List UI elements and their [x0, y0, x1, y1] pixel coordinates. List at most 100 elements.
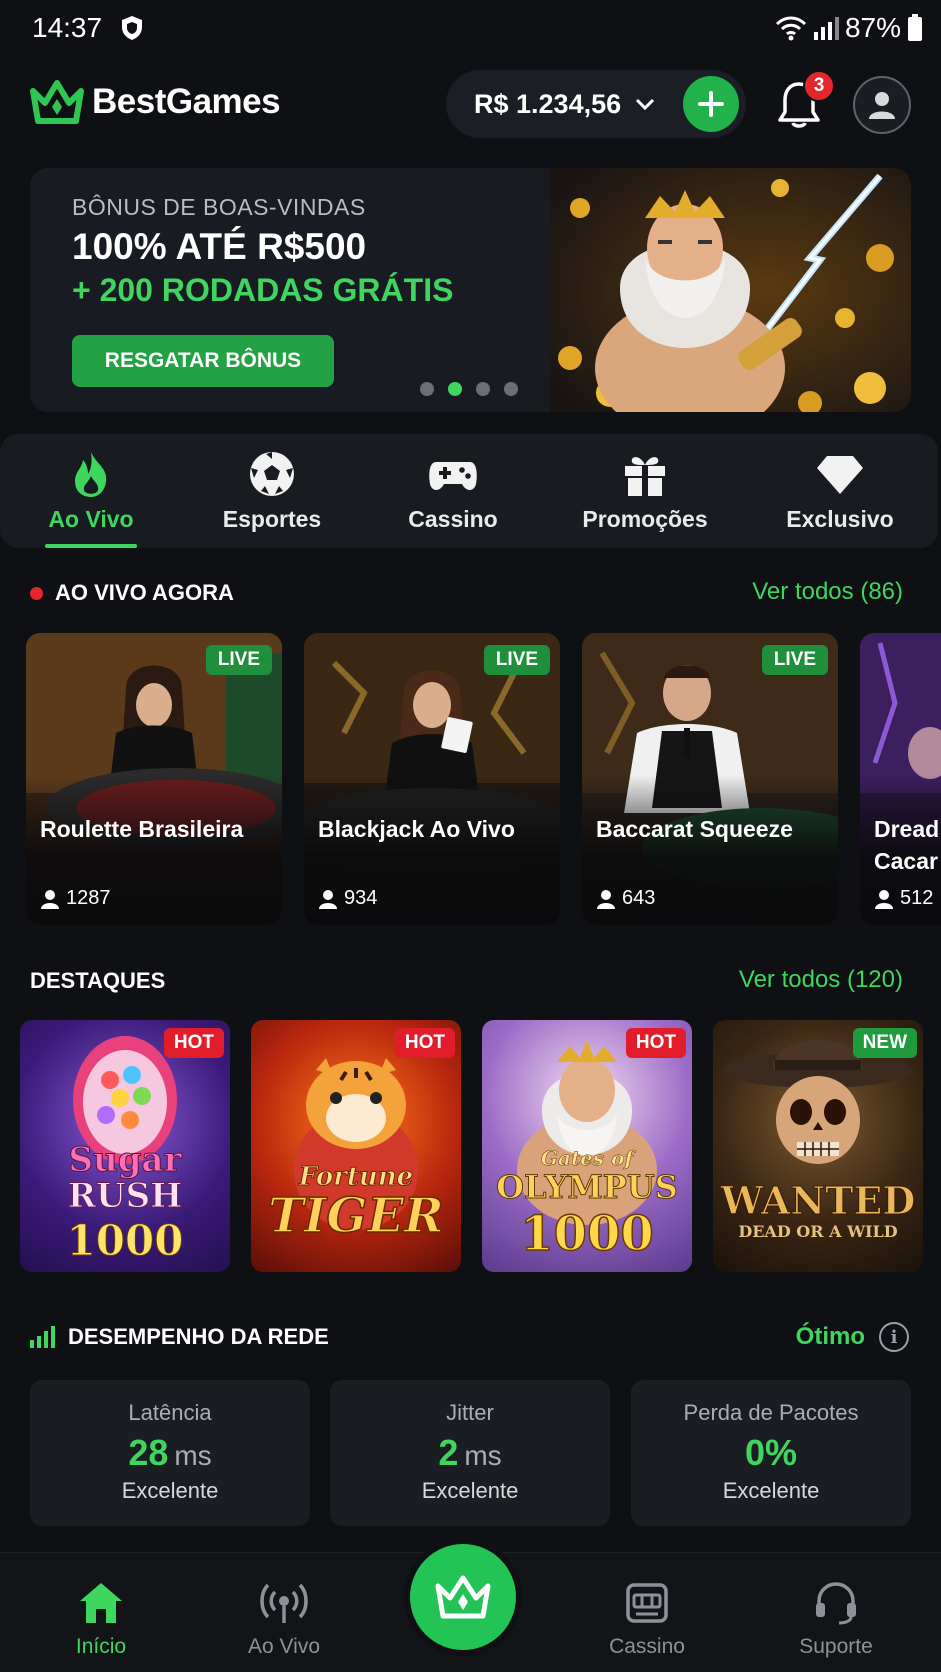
carousel-indicators [420, 382, 518, 396]
hot-badge: HOT [625, 1028, 686, 1058]
live-game-title: Baccarat Squeeze [596, 816, 793, 842]
viewer-count-value: 1287 [66, 887, 111, 909]
category-nav: Ao Vivo Esportes Cassino Promoções Exclu… [0, 434, 938, 548]
status-time: 14:37 [32, 12, 103, 43]
gift-icon [625, 457, 665, 496]
live-game-title: Roulette Brasileira [40, 816, 244, 842]
viewer-count: 643 [596, 887, 655, 910]
game-logo-line: Gates of [540, 1146, 634, 1171]
carousel-dot[interactable] [504, 382, 518, 396]
live-game-title: Blackjack Ao Vivo [318, 816, 515, 842]
home-crown-button[interactable] [410, 1544, 516, 1650]
live-game-card[interactable]: LIVE Blackjack Ao Vivo 934 [304, 633, 560, 925]
user-icon [597, 889, 615, 909]
viewer-count-value: 643 [622, 887, 656, 909]
deposit-button[interactable] [683, 76, 739, 132]
nav-label: Cassino [609, 1635, 685, 1658]
promo-banner[interactable]: BÔNUS DE BOAS-VINDAS 100% ATÉ R$500 + 20… [30, 168, 911, 412]
active-category-indicator [45, 544, 137, 548]
nav-suporte[interactable]: Suporte [771, 1581, 901, 1659]
nav-cassino[interactable]: Cassino [582, 1581, 712, 1659]
packet-loss-card: Perda de Pacotes 0% Excelente [631, 1380, 911, 1526]
broadcast-icon [260, 1583, 308, 1623]
live-badge: LIVE [205, 645, 272, 675]
stat-value: 0% [631, 1432, 911, 1474]
viewer-count: 512 [874, 887, 933, 910]
category-exclusivo[interactable]: Exclusivo [782, 450, 898, 533]
network-status: Ótimo i [796, 1322, 909, 1352]
viewer-count-value: 934 [344, 887, 378, 909]
balance-amount: R$ 1.234,56 [474, 88, 622, 119]
featured-section-header: DESTAQUES [30, 968, 165, 994]
nav-label: Início [75, 1635, 127, 1658]
diamond-icon [817, 456, 863, 494]
stat-value: 2 ms [330, 1432, 610, 1474]
category-cassino[interactable]: Cassino [398, 450, 508, 533]
game-tile-fortune-tiger[interactable]: HOT Fortune TIGER [251, 1020, 461, 1272]
live-game-title: Dread Cacar [874, 816, 940, 874]
category-label: Ao Vivo [48, 506, 134, 532]
claim-bonus-button[interactable]: RESGATAR BÔNUS [72, 335, 334, 387]
category-label: Cassino [408, 506, 498, 532]
banner-subtitle: + 200 RODADAS GRÁTIS [72, 272, 454, 308]
game-logo-line: 1000 [519, 1205, 654, 1263]
crown-icon [435, 1575, 491, 1619]
game-logo-line: Sugar [68, 1140, 182, 1181]
category-label: Exclusivo [786, 506, 894, 532]
category-promocoes[interactable]: Promoções [576, 450, 714, 533]
game-logo-line: DEAD OR A WILD [738, 1222, 898, 1241]
plus-icon [698, 91, 724, 117]
signal-icon [813, 17, 839, 40]
network-status-label: Ótimo [795, 1323, 865, 1350]
brand-name: BestGames [92, 82, 281, 121]
hot-badge: HOT [163, 1028, 224, 1058]
status-bar: 14:37 87% [0, 0, 941, 56]
live-game-card[interactable]: Dread Cacar 512 [860, 633, 941, 925]
live-indicator-dot [30, 586, 43, 600]
user-icon [41, 889, 59, 909]
stat-quality: Excelente [722, 1478, 820, 1503]
headset-icon [816, 1582, 856, 1625]
soccer-ball-icon [250, 452, 294, 496]
network-section-header: DESEMPENHO DA REDE [30, 1324, 329, 1350]
brand-logo[interactable]: BestGames [30, 76, 281, 128]
gamepad-icon [429, 462, 477, 490]
shield-icon [122, 16, 142, 40]
category-ao-vivo[interactable]: Ao Vivo [38, 450, 144, 533]
crown-icon [30, 80, 84, 124]
nav-label: Ao Vivo [248, 1635, 320, 1658]
game-logo-line: 1000 [66, 1216, 184, 1266]
nav-label: Suporte [799, 1635, 873, 1658]
carousel-dot[interactable] [476, 382, 490, 396]
info-icon[interactable]: i [879, 1322, 909, 1352]
game-logo-line: OLYMPUS [496, 1168, 679, 1207]
nav-ao-vivo[interactable]: Ao Vivo [219, 1581, 349, 1659]
game-tile-wanted[interactable]: NEW WANTED DEAD OR A WILD [713, 1020, 923, 1272]
flame-icon [75, 452, 107, 497]
wifi-icon [775, 16, 807, 41]
stat-label: Perda de Pacotes [683, 1400, 859, 1425]
featured-see-all-link[interactable]: Ver todos (120) [739, 966, 903, 994]
carousel-dot[interactable] [420, 382, 434, 396]
game-tile-sugar-rush[interactable]: HOT Sugar RUSH 1000 [20, 1020, 230, 1272]
featured-section-title: DESTAQUES [30, 968, 166, 993]
live-see-all-link[interactable]: Ver todos (86) [752, 578, 903, 606]
chevron-down-icon [636, 98, 655, 111]
viewer-count: 934 [318, 887, 377, 910]
home-icon [80, 1583, 122, 1623]
category-label: Esportes [222, 506, 322, 532]
live-game-card[interactable]: LIVE Roulette Brasileira 1287 [26, 633, 282, 925]
game-tile-gates-of-olympus[interactable]: HOT Gates of OLYMPUS 1000 [482, 1020, 692, 1272]
nav-inicio[interactable]: Início [36, 1581, 166, 1659]
banner-eyebrow: BÔNUS DE BOAS-VINDAS [72, 194, 366, 220]
category-label: Promoções [582, 506, 708, 532]
stat-label: Jitter [446, 1400, 494, 1425]
game-logo-line: TIGER [267, 1187, 444, 1245]
live-game-card[interactable]: LIVE Baccarat Squeeze 643 [582, 633, 838, 925]
category-esportes[interactable]: Esportes [212, 450, 332, 533]
zeus-hero-illustration [550, 168, 911, 412]
profile-avatar[interactable] [853, 76, 911, 134]
user-icon [319, 889, 337, 909]
carousel-dot-active[interactable] [448, 382, 462, 396]
network-section-title: DESEMPENHO DA REDE [68, 1324, 329, 1349]
